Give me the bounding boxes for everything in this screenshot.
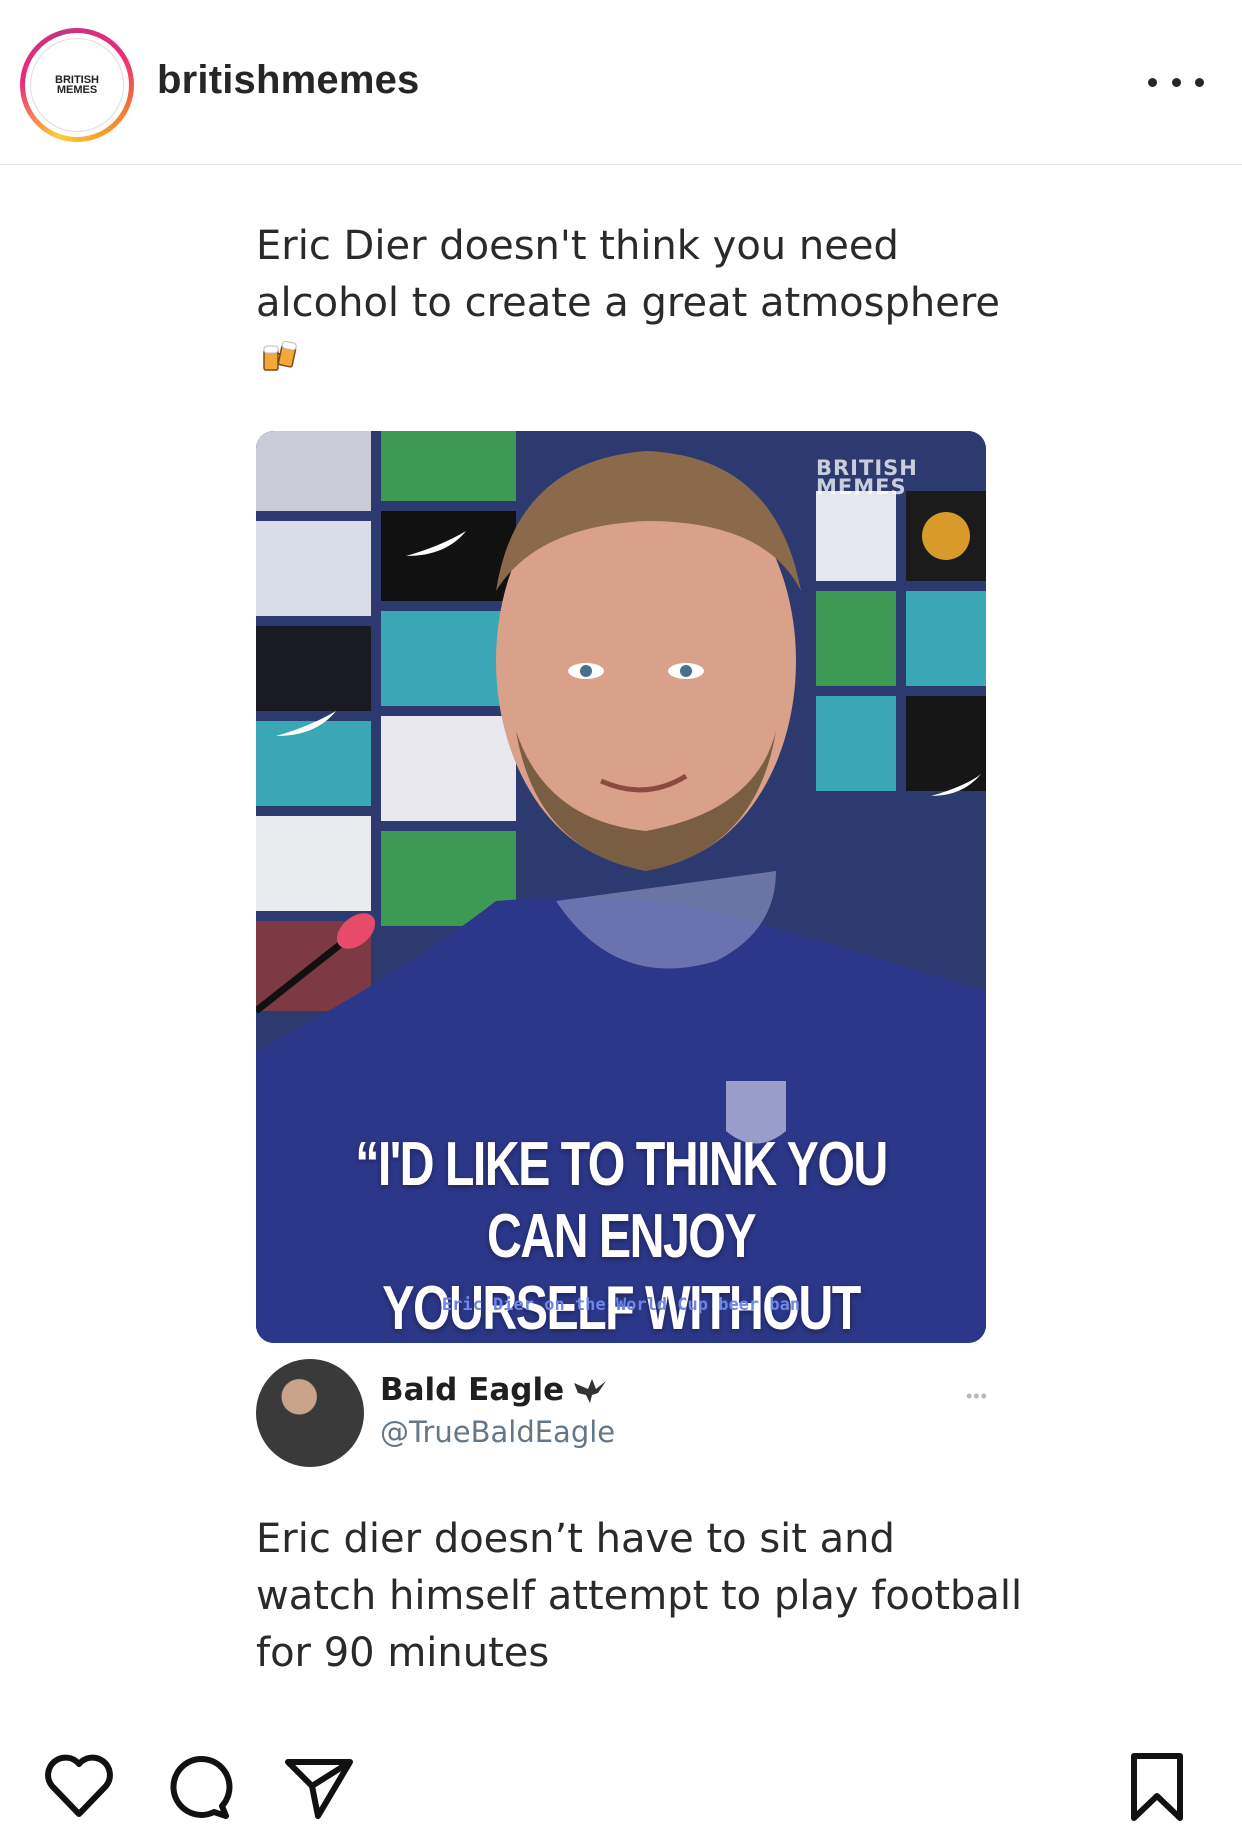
comment-icon[interactable] — [162, 1750, 236, 1824]
reply-avatar[interactable] — [256, 1359, 364, 1467]
reply-display-name[interactable]: Bald Eagle — [380, 1372, 608, 1408]
username[interactable]: britishmemes — [157, 58, 420, 103]
post-image[interactable]: BRITISH MEMES “I'D LIKE TO THINK YOU CAN… — [256, 431, 986, 1343]
bookmark-icon[interactable] — [1120, 1750, 1194, 1824]
reply-text: Eric dier doesn’t have to sit and watch … — [256, 1516, 1023, 1676]
tweet-text: Eric Dier doesn't think you need alcohol… — [256, 223, 1001, 326]
image-caption: Eric Dier on the World Cup beer ban — [441, 1295, 801, 1315]
post-content: Eric Dier doesn't think you need alcohol… — [0, 166, 1242, 1726]
heart-icon[interactable] — [42, 1750, 116, 1824]
reply-handle[interactable]: @TrueBaldEagle — [380, 1415, 615, 1449]
more-dot-icon — [1148, 77, 1157, 87]
post-actions — [0, 1750, 1242, 1836]
send-icon[interactable] — [282, 1750, 356, 1824]
more-dot-icon — [1171, 77, 1181, 87]
beer-mugs-emoji — [263, 340, 297, 371]
post-header: BRITISH MEMES britishmemes — [0, 0, 1242, 165]
eagle-icon — [574, 1379, 607, 1403]
reply-more-options[interactable]: ••• — [966, 1386, 988, 1407]
profile-avatar[interactable]: BRITISH MEMES — [20, 28, 134, 142]
britishmemes-logo: BRITISH MEMES — [30, 38, 124, 132]
watermark: BRITISH MEMES — [816, 456, 918, 499]
more-options-button[interactable] — [1148, 70, 1204, 94]
more-dot-icon — [1195, 77, 1204, 87]
